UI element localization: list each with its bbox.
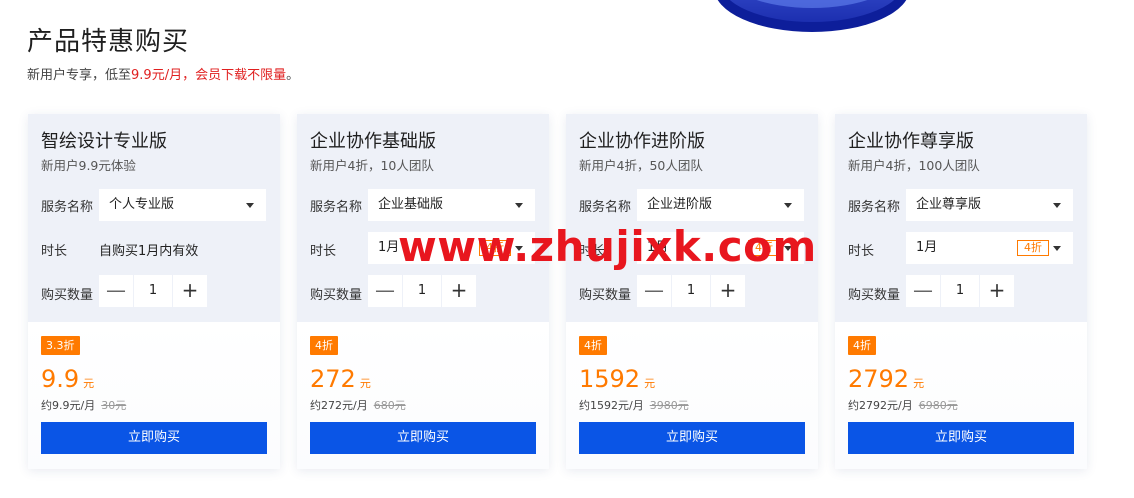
card-title: 企业协作基础版	[310, 131, 436, 152]
price-unit: 元	[644, 377, 656, 390]
card-description: 新用户9.9元体验	[41, 158, 136, 173]
quantity-input[interactable]: 1	[133, 275, 173, 307]
card-description: 新用户4折，100人团队	[848, 158, 980, 173]
price-amount: 272	[310, 365, 356, 393]
discount-badge: 3.3折	[41, 336, 80, 355]
hero-decoration-image	[717, 0, 907, 32]
product-card-design-pro: 智绘设计专业版 新用户9.9元体验 服务名称 个人专业版 时长 自购买1月内有效…	[28, 114, 280, 469]
discount-badge: 4折	[579, 336, 607, 355]
card-title: 企业协作尊享版	[848, 131, 974, 152]
service-select-value: 企业尊享版	[916, 197, 982, 212]
monthly-price-text: 约1592元/月	[579, 399, 644, 412]
subtitle-highlight: 9.9元/月，会员下载不限量	[131, 68, 287, 83]
subtitle-suffix: 。	[286, 68, 300, 83]
page-title: 产品特惠购买	[27, 27, 190, 57]
quantity-stepper: — 1 +	[637, 275, 745, 307]
decrement-button[interactable]: —	[637, 275, 671, 307]
discount-badge: 4折	[848, 336, 876, 355]
service-select-value: 个人专业版	[109, 197, 175, 212]
increment-button[interactable]: +	[711, 275, 745, 307]
service-label: 服务名称	[579, 200, 632, 215]
original-price: 680元	[373, 399, 406, 412]
price: 272 元	[310, 365, 371, 393]
quantity-input[interactable]: 1	[940, 275, 980, 307]
monthly-price: 约272元/月 680元	[310, 397, 406, 413]
subtitle-text: 新用户专享，低至	[27, 68, 132, 83]
service-label: 服务名称	[310, 200, 363, 215]
service-select-value: 企业基础版	[378, 197, 444, 212]
price-amount: 9.9	[41, 365, 80, 393]
service-label: 服务名称	[41, 200, 94, 215]
monthly-price: 约1592元/月 3980元	[579, 397, 689, 413]
duration-select[interactable]: 1月 4折	[906, 232, 1073, 264]
decrement-button[interactable]: —	[99, 275, 133, 307]
quantity-label: 购买数量	[310, 288, 363, 303]
quantity-label: 购买数量	[41, 288, 94, 303]
product-card-team-advanced: 企业协作进阶版 新用户4折，50人团队 服务名称 企业进阶版 时长 1月 4折 …	[566, 114, 818, 469]
price-amount: 1592	[579, 365, 641, 393]
decrement-button[interactable]: —	[368, 275, 402, 307]
product-card-team-premium: 企业协作尊享版 新用户4折，100人团队 服务名称 企业尊享版 时长 1月 4折…	[835, 114, 1087, 469]
quantity-input[interactable]: 1	[671, 275, 711, 307]
card-description: 新用户4折，50人团队	[579, 158, 703, 173]
card-title: 企业协作进阶版	[579, 131, 705, 152]
service-select[interactable]: 个人专业版	[99, 189, 266, 221]
caret-down-icon	[246, 203, 254, 208]
quantity-input[interactable]: 1	[402, 275, 442, 307]
product-card-team-basic: 企业协作基础版 新用户4折，10人团队 服务名称 企业基础版 时长 1月 4折 …	[297, 114, 549, 469]
page-subtitle: 新用户专享，低至9.9元/月，会员下载不限量。	[27, 64, 299, 83]
quantity-stepper: — 1 +	[906, 275, 1014, 307]
duration-select-value: 1月	[378, 240, 400, 255]
increment-button[interactable]: +	[173, 275, 207, 307]
quantity-label: 购买数量	[848, 288, 901, 303]
service-select[interactable]: 企业进阶版	[637, 189, 804, 221]
buy-now-button[interactable]: 立即购买	[579, 422, 805, 454]
service-select[interactable]: 企业基础版	[368, 189, 535, 221]
watermark-text: www.zhujixk.com	[398, 222, 817, 271]
caret-down-icon	[515, 203, 523, 208]
card-description: 新用户4折，10人团队	[310, 158, 434, 173]
quantity-stepper: — 1 +	[99, 275, 207, 307]
monthly-price-text: 约2792元/月	[848, 399, 913, 412]
price: 1592 元	[579, 365, 655, 393]
service-label: 服务名称	[848, 200, 901, 215]
original-price: 6980元	[918, 399, 958, 412]
quantity-stepper: — 1 +	[368, 275, 476, 307]
decrement-button[interactable]: —	[906, 275, 940, 307]
service-select[interactable]: 企业尊享版	[906, 189, 1073, 221]
price-unit: 元	[913, 377, 925, 390]
monthly-price-text: 约272元/月	[310, 399, 368, 412]
price-amount: 2792	[848, 365, 910, 393]
duration-label: 时长	[41, 244, 68, 259]
original-price: 3980元	[649, 399, 689, 412]
increment-button[interactable]: +	[980, 275, 1014, 307]
monthly-price: 约2792元/月 6980元	[848, 397, 958, 413]
price: 2792 元	[848, 365, 924, 393]
price: 9.9 元	[41, 365, 94, 393]
original-price: 30元	[101, 399, 127, 412]
quantity-label: 购买数量	[579, 288, 632, 303]
price-unit: 元	[359, 377, 371, 390]
duration-label: 时长	[310, 244, 337, 259]
duration-discount-tag: 4折	[1017, 240, 1049, 256]
caret-down-icon	[1053, 246, 1061, 251]
caret-down-icon	[784, 203, 792, 208]
price-unit: 元	[83, 377, 95, 390]
monthly-price: 约9.9元/月 30元	[41, 397, 126, 413]
buy-now-button[interactable]: 立即购买	[310, 422, 536, 454]
duration-label: 时长	[848, 244, 875, 259]
monthly-price-text: 约9.9元/月	[41, 399, 96, 412]
card-title: 智绘设计专业版	[41, 131, 167, 152]
service-select-value: 企业进阶版	[647, 197, 713, 212]
buy-now-button[interactable]: 立即购买	[848, 422, 1074, 454]
increment-button[interactable]: +	[442, 275, 476, 307]
caret-down-icon	[1053, 203, 1061, 208]
buy-now-button[interactable]: 立即购买	[41, 422, 267, 454]
duration-select-value: 1月	[916, 240, 938, 255]
duration-value: 自购买1月内有效	[99, 244, 199, 259]
discount-badge: 4折	[310, 336, 338, 355]
